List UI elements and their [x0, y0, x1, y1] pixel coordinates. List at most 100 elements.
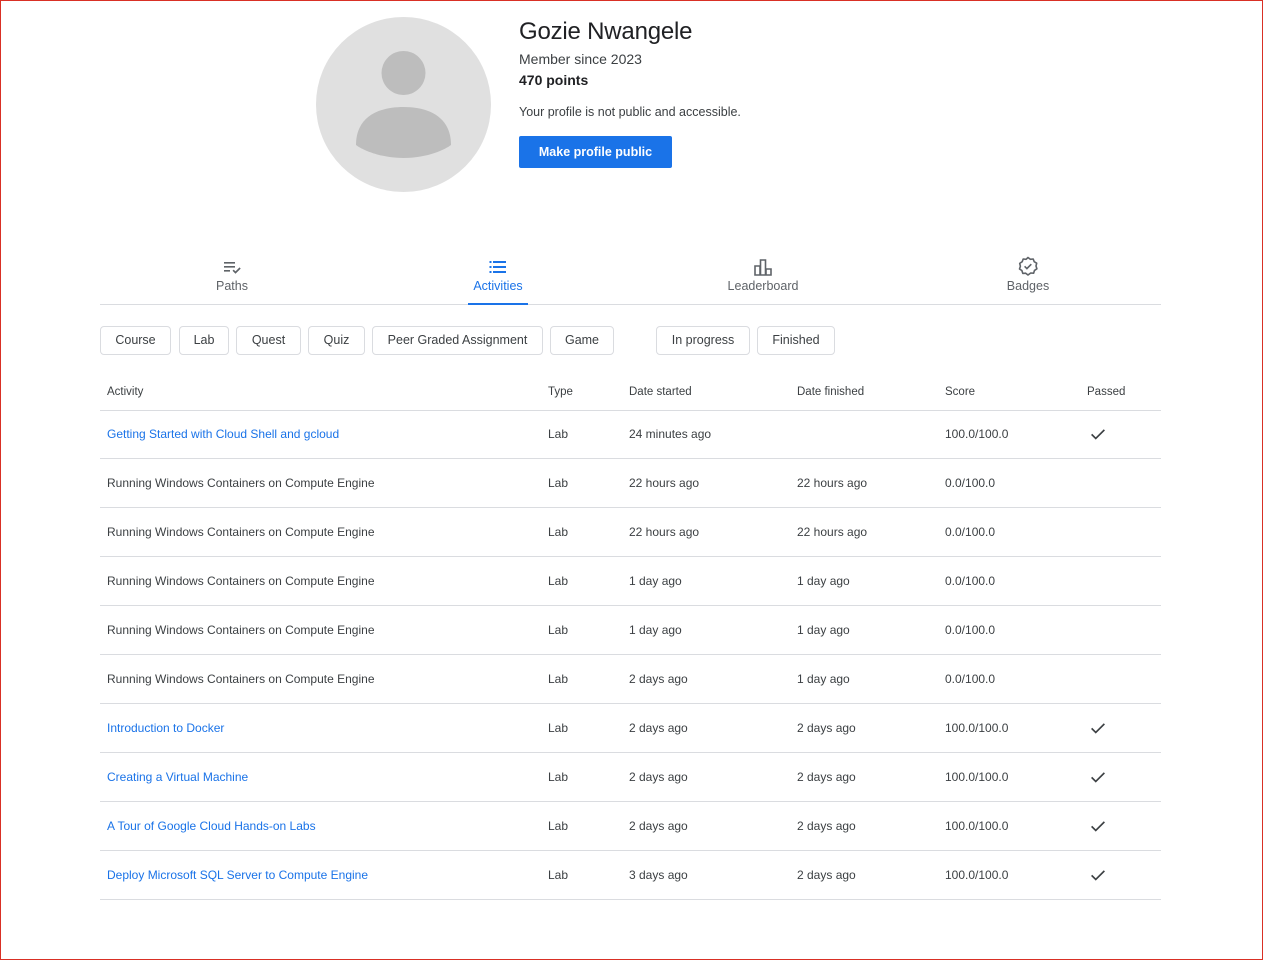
filter-chip-in-progress[interactable]: In progress — [656, 326, 750, 355]
date-started: 2 days ago — [629, 819, 688, 833]
leaderboard-icon — [754, 259, 772, 276]
visibility-notice: Your profile is not public and accessibl… — [519, 105, 741, 119]
date-finished: 22 hours ago — [797, 476, 868, 490]
score: 100.0/100.0 — [945, 868, 1009, 882]
date-finished: 2 days ago — [797, 770, 856, 784]
tab-badges[interactable]: Badges — [948, 250, 1108, 304]
header-date-started: Date started — [629, 386, 692, 398]
date-finished: 2 days ago — [797, 721, 856, 735]
make-profile-public-button[interactable]: Make profile public — [519, 136, 672, 168]
activity-name: Running Windows Containers on Compute En… — [107, 672, 375, 686]
tab-activities-label: Activities — [473, 279, 523, 293]
score: 100.0/100.0 — [945, 427, 1009, 441]
activity-name: Running Windows Containers on Compute En… — [107, 476, 375, 490]
date-started: 24 minutes ago — [629, 427, 712, 441]
tab-paths[interactable]: Paths — [152, 250, 312, 304]
date-started: 2 days ago — [629, 672, 688, 686]
activity-type: Lab — [548, 672, 569, 686]
date-started: 22 hours ago — [629, 476, 700, 490]
table-row: Introduction to Docker Lab 2 days ago 2 … — [100, 704, 1161, 753]
filter-chip-game[interactable]: Game — [550, 326, 614, 355]
tab-leaderboard-label: Leaderboard — [727, 279, 799, 293]
date-started: 22 hours ago — [629, 525, 700, 539]
score: 0.0/100.0 — [945, 476, 996, 490]
table-row: Running Windows Containers on Compute En… — [100, 508, 1161, 557]
filter-chip-quest[interactable]: Quest — [236, 326, 301, 355]
activity-type: Lab — [548, 721, 569, 735]
activity-type: Lab — [548, 525, 569, 539]
score: 0.0/100.0 — [945, 672, 996, 686]
person-icon — [356, 51, 451, 158]
filter-chip-lab[interactable]: Lab — [179, 326, 229, 355]
date-finished: 22 hours ago — [797, 525, 868, 539]
date-finished: 2 days ago — [797, 819, 856, 833]
activity-name: Running Windows Containers on Compute En… — [107, 574, 375, 588]
profile-tabs: Paths Activities Leaderboard Badges — [100, 250, 1161, 305]
date-started: 1 day ago — [629, 574, 682, 588]
activity-type: Lab — [548, 819, 569, 833]
activity-link[interactable]: Getting Started with Cloud Shell and gcl… — [107, 427, 339, 441]
header-score: Score — [945, 386, 976, 398]
date-started: 3 days ago — [629, 868, 688, 882]
activities-list-icon — [489, 261, 506, 273]
activity-type: Lab — [548, 427, 569, 441]
filter-chip-quiz[interactable]: Quiz — [308, 326, 365, 355]
passed-check-icon — [1091, 821, 1105, 832]
passed-check-icon — [1091, 429, 1105, 440]
filter-chip-finished[interactable]: Finished — [757, 326, 835, 355]
date-started: 2 days ago — [629, 721, 688, 735]
passed-check-icon — [1091, 772, 1105, 783]
passed-check-icon — [1091, 870, 1105, 881]
active-tab-indicator — [468, 303, 528, 305]
activity-type: Lab — [548, 623, 569, 637]
table-row: Running Windows Containers on Compute En… — [100, 459, 1161, 508]
date-finished: 1 day ago — [797, 574, 850, 588]
activity-link[interactable]: Introduction to Docker — [107, 721, 224, 735]
table-header: Activity Type Date started Date finished… — [100, 375, 1161, 411]
score: 0.0/100.0 — [945, 574, 996, 588]
date-finished: 2 days ago — [797, 868, 856, 882]
paths-icon — [224, 262, 241, 274]
activity-link[interactable]: Deploy Microsoft SQL Server to Compute E… — [107, 868, 368, 882]
avatar — [316, 17, 491, 192]
table-row: Running Windows Containers on Compute En… — [100, 655, 1161, 704]
tab-leaderboard[interactable]: Leaderboard — [683, 250, 843, 304]
activity-name: Running Windows Containers on Compute En… — [107, 525, 375, 539]
tab-activities[interactable]: Activities — [418, 250, 578, 305]
activity-type: Lab — [548, 770, 569, 784]
score: 100.0/100.0 — [945, 721, 1009, 735]
table-row: Running Windows Containers on Compute En… — [100, 557, 1161, 606]
profile-name: Gozie Nwangele — [519, 18, 693, 45]
score: 0.0/100.0 — [945, 623, 996, 637]
score: 0.0/100.0 — [945, 525, 996, 539]
tab-badges-label: Badges — [1006, 279, 1050, 293]
filter-chip-peer-graded-assignment[interactable]: Peer Graded Assignment — [372, 326, 543, 355]
header-activity: Activity — [107, 386, 144, 398]
points-total: 470 points — [519, 72, 589, 88]
badge-icon — [1018, 256, 1038, 276]
date-started: 1 day ago — [629, 623, 682, 637]
member-since: Member since 2023 — [519, 51, 642, 67]
activity-type: Lab — [548, 574, 569, 588]
header-passed: Passed — [1087, 386, 1126, 398]
header-type: Type — [548, 386, 573, 398]
score: 100.0/100.0 — [945, 819, 1009, 833]
activity-name: Running Windows Containers on Compute En… — [107, 623, 375, 637]
filter-chip-course[interactable]: Course — [100, 326, 171, 355]
activity-link[interactable]: Creating a Virtual Machine — [107, 770, 248, 784]
date-finished: 1 day ago — [797, 623, 850, 637]
activity-link[interactable]: A Tour of Google Cloud Hands-on Labs — [107, 819, 316, 833]
activities-table-body: Getting Started with Cloud Shell and gcl… — [100, 410, 1161, 900]
table-row: Creating a Virtual Machine Lab 2 days ag… — [100, 753, 1161, 802]
header-date-finished: Date finished — [797, 386, 865, 398]
table-row: Running Windows Containers on Compute En… — [100, 606, 1161, 655]
activity-type: Lab — [548, 868, 569, 882]
table-row: Deploy Microsoft SQL Server to Compute E… — [100, 851, 1161, 900]
passed-check-icon — [1091, 723, 1105, 734]
date-finished: 1 day ago — [797, 672, 850, 686]
date-started: 2 days ago — [629, 770, 688, 784]
table-row: Getting Started with Cloud Shell and gcl… — [100, 410, 1161, 459]
activity-type: Lab — [548, 476, 569, 490]
tab-paths-label: Paths — [216, 279, 248, 293]
score: 100.0/100.0 — [945, 770, 1009, 784]
